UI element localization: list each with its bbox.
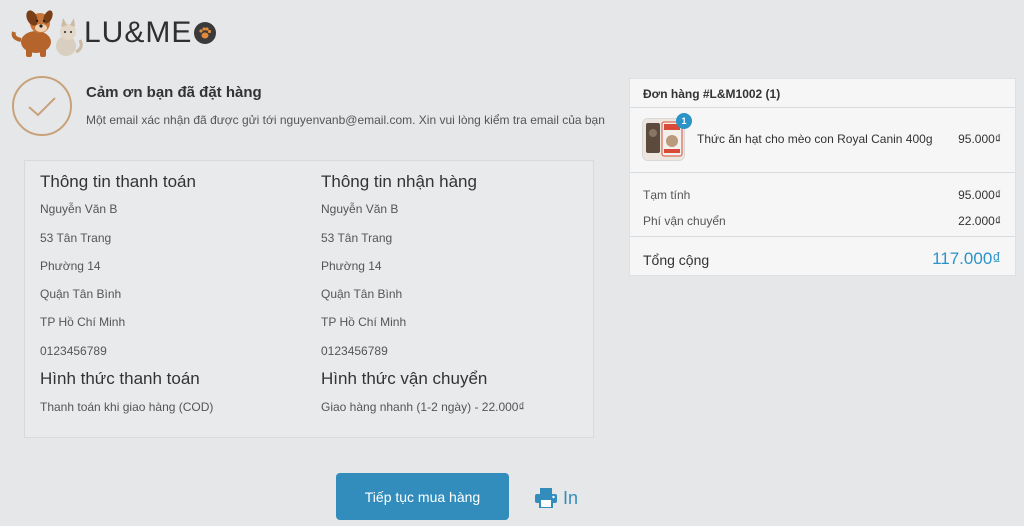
shipping-method-title: Hình thức vận chuyển bbox=[321, 369, 488, 388]
divider bbox=[630, 236, 1015, 237]
shipping-method-value: Giao hàng nhanh (1-2 ngày) - 22.000₫ bbox=[321, 400, 525, 414]
shipping-ward: Phường 14 bbox=[321, 259, 382, 273]
billing-street: 53 Tân Trang bbox=[40, 231, 112, 245]
continue-shopping-button[interactable]: Tiếp tục mua hàng bbox=[336, 473, 509, 520]
quantity-badge: 1 bbox=[676, 113, 692, 129]
payment-method-title: Hình thức thanh toán bbox=[40, 369, 200, 388]
shipping-city: TP Hồ Chí Minh bbox=[321, 315, 407, 329]
order-header: Đơn hàng #L&M1002 (1) bbox=[643, 87, 781, 101]
total-label: Tổng cộng bbox=[643, 252, 710, 268]
divider bbox=[630, 172, 1015, 173]
total-value: 117.000₫ bbox=[932, 249, 1001, 268]
print-link[interactable]: In bbox=[535, 486, 578, 510]
logo-text: LU&ME bbox=[84, 16, 193, 49]
print-label: In bbox=[563, 487, 579, 508]
shipping-street: 53 Tân Trang bbox=[321, 231, 393, 245]
checkmark-icon bbox=[12, 76, 72, 136]
billing-city: TP Hồ Chí Minh bbox=[40, 315, 126, 329]
customer-info-box: Thông tin thanh toán Nguyễn Văn B 53 Tân… bbox=[24, 160, 594, 438]
billing-name: Nguyễn Văn B bbox=[40, 202, 118, 216]
payment-method-value: Thanh toán khi giao hàng (COD) bbox=[40, 400, 214, 414]
billing-district: Quận Tân Bình bbox=[40, 287, 122, 301]
billing-ward: Phường 14 bbox=[40, 259, 101, 273]
product-price: 95.000₫ bbox=[958, 132, 1001, 146]
subtotal-label: Tạm tính bbox=[643, 188, 691, 202]
shipping-fee-value: 22.000₫ bbox=[958, 214, 1001, 228]
logo-wordmark: LU&ME bbox=[84, 16, 217, 50]
shipping-title: Thông tin nhận hàng bbox=[321, 172, 477, 191]
brand-logo[interactable]: LU&ME bbox=[8, 8, 217, 58]
billing-title: Thông tin thanh toán bbox=[40, 172, 196, 191]
subtotal-value: 95.000₫ bbox=[958, 188, 1001, 202]
divider bbox=[630, 107, 1015, 108]
paw-icon bbox=[194, 22, 217, 44]
shipping-fee-label: Phí vận chuyển bbox=[643, 214, 726, 228]
shipping-phone: 0123456789 bbox=[321, 344, 388, 358]
shipping-district: Quận Tân Bình bbox=[321, 287, 403, 301]
printer-icon bbox=[535, 488, 557, 508]
billing-phone: 0123456789 bbox=[40, 344, 107, 358]
thanks-title: Cảm ơn bạn đã đặt hàng bbox=[86, 84, 262, 101]
confirmation-message: Một email xác nhận đã được gửi tới nguye… bbox=[86, 113, 605, 127]
shipping-name: Nguyễn Văn B bbox=[321, 202, 399, 216]
order-summary: Đơn hàng #L&M1002 (1) 1 Thức ăn hạt cho … bbox=[629, 78, 1016, 276]
dog-cat-logo-icon bbox=[11, 10, 83, 57]
product-name: Thức ăn hạt cho mèo con Royal Canin 400g bbox=[697, 132, 933, 146]
